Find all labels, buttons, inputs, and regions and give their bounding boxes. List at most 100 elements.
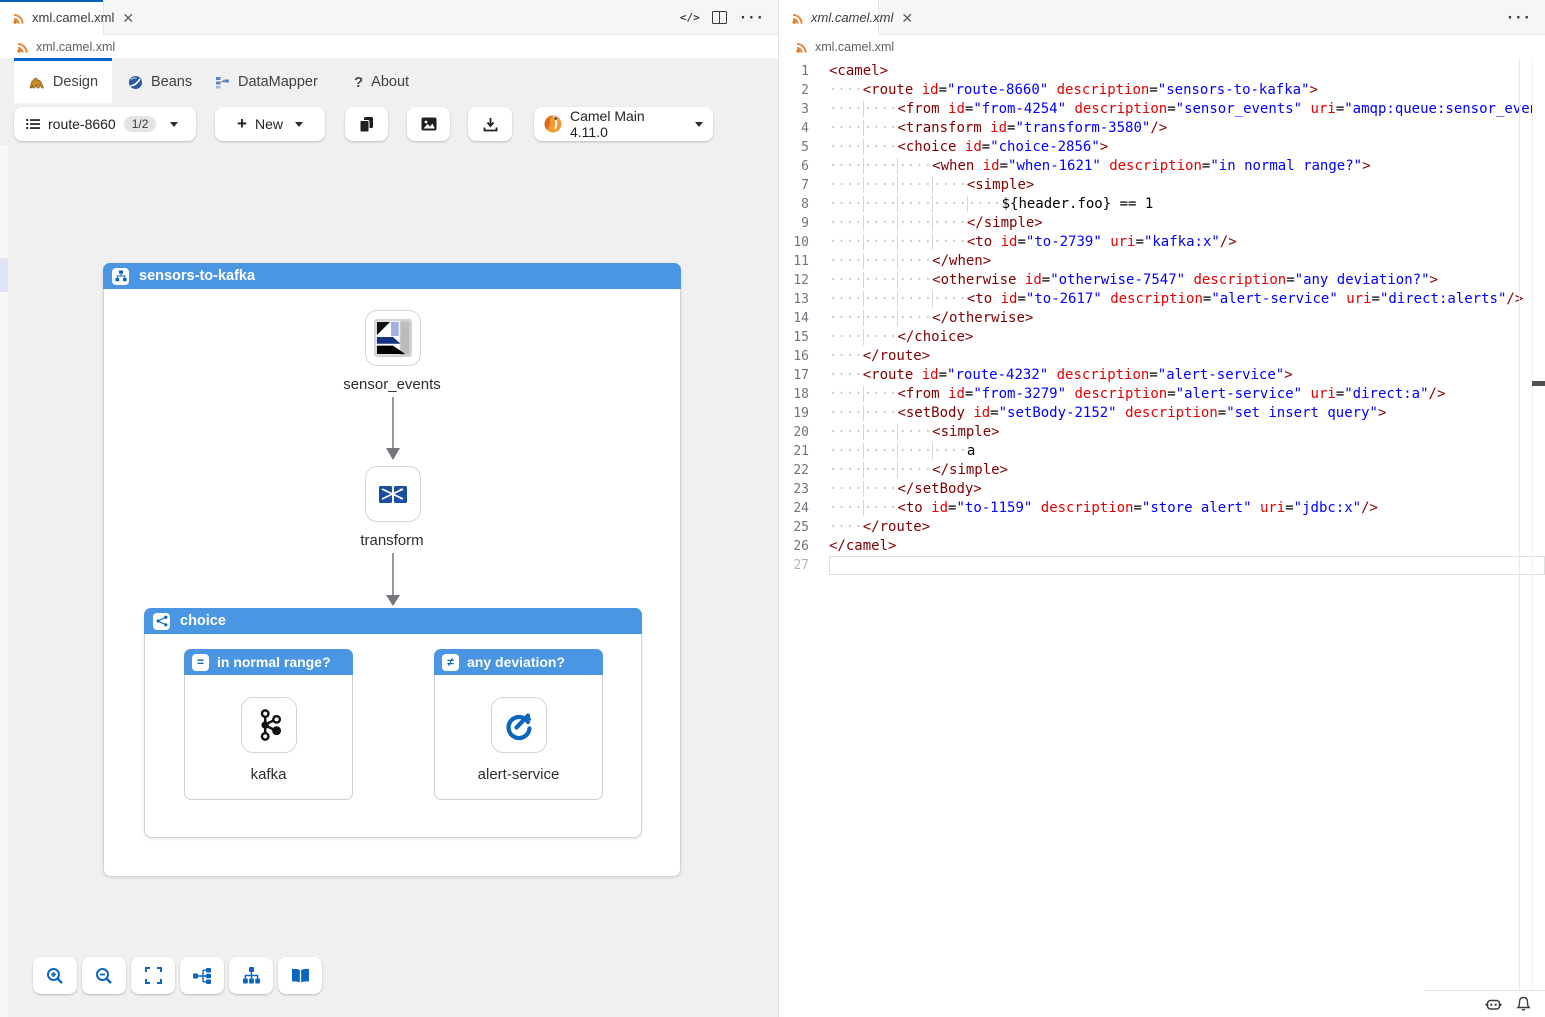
line-number: 8 <box>779 195 809 214</box>
tab-about[interactable]: ? About <box>354 61 409 103</box>
code-line[interactable]: 17····<route id="route-4232" description… <box>779 366 1545 385</box>
line-content: ········<choice id="choice-2856"> <box>829 138 1108 157</box>
code-line[interactable]: 21················a <box>779 442 1545 461</box>
code-line[interactable]: 4········<transform id="transform-3580"/… <box>779 119 1545 138</box>
code-line[interactable]: 11············</when> <box>779 252 1545 271</box>
line-number: 25 <box>779 518 809 537</box>
left-breadcrumb[interactable]: xml.camel.xml <box>0 35 778 58</box>
route-selector-label: route-8660 <box>48 116 116 132</box>
bell-icon[interactable] <box>1516 996 1531 1012</box>
catalog-button[interactable] <box>278 957 322 994</box>
tab-datamapper[interactable]: DataMapper <box>215 61 318 103</box>
code-line[interactable]: 10················<to id="to-2739" uri="… <box>779 233 1545 252</box>
kaoto-tab-bar: Design Beans DataMapper ? About <box>0 58 778 103</box>
runtime-selector-button[interactable]: Camel Main 4.11.0 <box>534 107 713 141</box>
more-actions-icon[interactable]: ··· <box>739 10 764 26</box>
code-line[interactable]: 1<camel> <box>779 62 1545 81</box>
tab-design[interactable]: Design <box>14 61 112 103</box>
left-editor-actions: </> ··· <box>680 0 764 35</box>
zoom-in-button[interactable] <box>33 957 77 994</box>
code-line[interactable]: 9················</simple> <box>779 214 1545 233</box>
code-line[interactable]: 20············<simple> <box>779 423 1545 442</box>
zoom-out-button[interactable] <box>82 957 126 994</box>
xml-code-editor[interactable]: 1<camel>2····<route id="route-8660" desc… <box>779 58 1545 990</box>
line-number: 7 <box>779 176 809 195</box>
split-editor-icon[interactable] <box>712 11 727 24</box>
horizontal-layout-button[interactable] <box>180 957 224 994</box>
download-button[interactable] <box>468 107 512 141</box>
catalog-icon <box>291 968 310 984</box>
zoom-in-icon <box>46 967 64 985</box>
code-line[interactable]: 23········</setBody> <box>779 480 1545 499</box>
active-tab-top-bar <box>14 58 112 61</box>
fit-view-button[interactable] <box>131 957 175 994</box>
code-line[interactable]: 12············<otherwise id="otherwise-7… <box>779 271 1545 290</box>
tab-beans[interactable]: Beans <box>128 61 192 103</box>
code-line[interactable]: 26</camel> <box>779 537 1545 556</box>
node-kafka[interactable] <box>241 697 297 753</box>
copilot-icon[interactable] <box>1485 997 1502 1012</box>
route-container-sensors-to-kafka[interactable]: sensors-to-kafka sensor_events <box>103 263 681 877</box>
list-icon <box>26 118 40 130</box>
node-sensor-events[interactable] <box>365 310 421 366</box>
copy-flow-button[interactable] <box>345 107 388 141</box>
branch-when-header[interactable]: = in normal range? <box>184 649 353 675</box>
branch-when-title: in normal range? <box>217 654 331 670</box>
branch-otherwise-header[interactable]: ≠ any deviation? <box>434 649 603 675</box>
branch-otherwise[interactable]: ≠ any deviation? alert-service <box>434 649 603 800</box>
line-number: 15 <box>779 328 809 347</box>
code-icon[interactable]: </> <box>680 11 700 24</box>
code-line[interactable]: 24 ········<to id="to-1159" description="… <box>779 499 1545 518</box>
code-line[interactable]: 13················<to id="to-2617" descr… <box>779 290 1545 309</box>
line-content: ····</route> <box>829 347 930 366</box>
flow-canvas[interactable]: sensors-to-kafka sensor_events <box>0 145 778 1017</box>
code-line[interactable]: 15········</choice> <box>779 328 1545 347</box>
route-selector-button[interactable]: route-8660 1/2 <box>14 107 196 141</box>
code-line[interactable]: 5········<choice id="choice-2856"> <box>779 138 1545 157</box>
code-line[interactable]: 16····</route> <box>779 347 1545 366</box>
code-line[interactable]: 2····<route id="route-8660" description=… <box>779 81 1545 100</box>
canvas-controls <box>33 957 322 994</box>
edge-arrow <box>379 553 407 607</box>
vertical-layout-button[interactable] <box>229 957 273 994</box>
code-line[interactable]: 19········<setBody id="setBody-2152" des… <box>779 404 1545 423</box>
choice-container[interactable]: choice = in normal range? <box>144 608 642 838</box>
node-transform[interactable] <box>365 466 421 522</box>
line-content: ············<simple> <box>829 423 1000 442</box>
code-line[interactable]: 8····················${header.foo} == 1 <box>779 195 1545 214</box>
new-button-label: New <box>255 116 283 132</box>
edge-arrow <box>379 397 407 461</box>
code-line[interactable]: 14············</otherwise> <box>779 309 1545 328</box>
line-number: 21 <box>779 442 809 461</box>
branch-when[interactable]: = in normal range? kafka <box>184 649 353 800</box>
code-line[interactable]: 25····</route> <box>779 518 1545 537</box>
kaoto-toolbar: route-8660 1/2 + New <box>0 103 778 145</box>
code-line[interactable]: 7················<simple> <box>779 176 1545 195</box>
choice-container-header[interactable]: choice <box>144 608 642 634</box>
node-label: kafka <box>185 766 352 783</box>
tab-xml-camel-xml-right[interactable]: xml.camel.xml ✕ <box>779 0 879 35</box>
branch-otherwise-title: any deviation? <box>467 654 565 670</box>
route-container-header[interactable]: sensors-to-kafka <box>103 263 681 289</box>
line-content: </camel> <box>829 537 896 556</box>
close-icon[interactable]: ✕ <box>899 11 915 25</box>
line-content: ········<to id="to-1159" description="st… <box>829 499 1378 518</box>
code-line[interactable]: 18········<from id="from-3279" descripti… <box>779 385 1545 404</box>
tab-xml-camel-xml-left[interactable]: xml.camel.xml ✕ <box>0 0 104 35</box>
new-route-button[interactable]: + New <box>215 107 325 141</box>
line-content: ················<to id="to-2617" descrip… <box>829 290 1523 309</box>
code-line[interactable]: 3········<from id="from-4254" descriptio… <box>779 100 1545 119</box>
code-line[interactable]: 22············</simple> <box>779 461 1545 480</box>
node-alert-service[interactable] <box>491 697 547 753</box>
line-number: 4 <box>779 119 809 138</box>
image-icon <box>421 117 437 131</box>
code-line[interactable]: 6············<when id="when-1621" descri… <box>779 157 1545 176</box>
code-line[interactable]: 27 <box>779 556 1545 575</box>
right-breadcrumb[interactable]: xml.camel.xml <box>779 35 1545 58</box>
fit-view-icon <box>145 967 162 984</box>
caret-down-icon <box>695 122 703 127</box>
more-actions-icon[interactable]: ··· <box>1506 10 1531 26</box>
close-icon[interactable]: ✕ <box>120 11 136 25</box>
export-image-button[interactable] <box>407 107 450 141</box>
line-number: 24 <box>779 499 809 518</box>
